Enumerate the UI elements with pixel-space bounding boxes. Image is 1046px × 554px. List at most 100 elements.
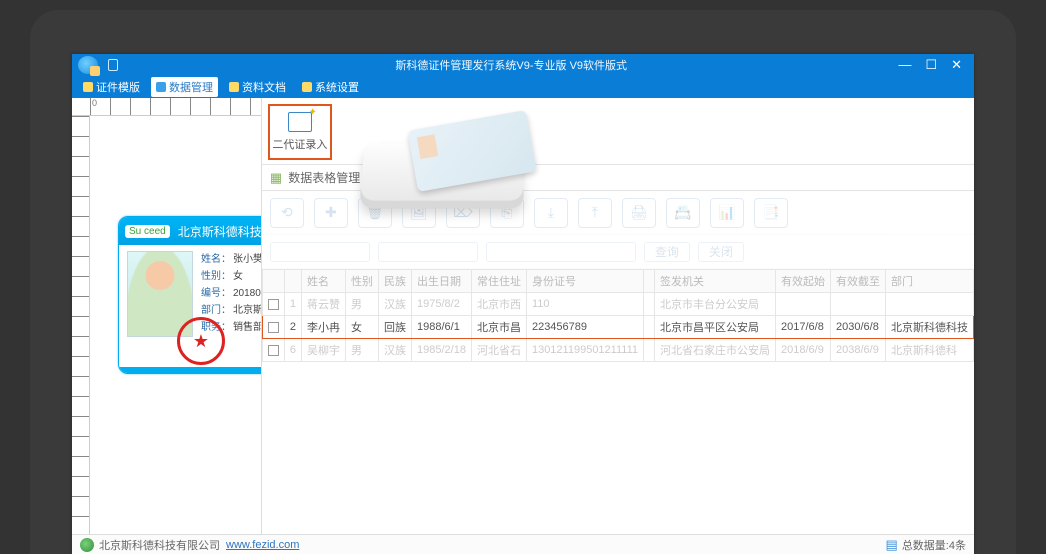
cell-addr: 北京市西 [471,293,526,316]
search-input [486,242,636,262]
cell-ethnic: 回族 [379,316,412,339]
row-index: 1 [284,293,301,316]
col-ethnic[interactable]: 民族 [379,270,412,293]
col-org[interactable]: 签发机关 [655,270,776,293]
records-icon: ▤ [886,537,898,553]
cell-to: 2030/6/8 [831,316,886,339]
menu-settings[interactable]: 系统设置 [297,77,364,97]
filter-select [270,242,370,262]
col-from[interactable]: 有效起始 [776,270,831,293]
cell-org: 北京市丰台分公安局 [655,293,776,316]
menu-label: 数据管理 [169,79,213,95]
row-check[interactable] [262,293,284,316]
maximize-button[interactable]: ☐ [925,57,937,73]
import-label: 二代证录入 [272,136,327,152]
window-title: 斯科德证件管理发行系统V9-专业版 V9软件版式 [124,57,898,73]
cell-dob: 1975/8/2 [412,293,472,316]
gear-icon [302,82,312,92]
section-title: ▦ 数据表格管理 [262,164,974,191]
seal-stamp-icon [177,317,225,365]
card-company: 北京斯科德科技有限公司 [178,223,261,240]
tool-icon: ⤓ [534,198,568,228]
col-addr[interactable]: 常住住址 [471,270,526,293]
menu-label: 系统设置 [315,79,359,95]
close-search-button: 关闭 [698,242,744,262]
id-card-preview[interactable]: Su ceed 北京斯科德科技有限公司 姓名：张小樊 性别：女 编号：20180… [118,216,261,374]
cell-idno: 223456789 [526,316,643,339]
cell-gap [644,293,655,316]
col-dob[interactable]: 出生日期 [412,270,472,293]
template-icon [83,82,93,92]
titlebar: 斯科德证件管理发行系统V9-专业版 V9软件版式 — ☐ ✕ [72,54,974,76]
cell-gender: 男 [346,339,379,362]
tool-icon: 📊 [710,198,744,228]
cell-dept: 北京斯科德科技 [886,316,974,339]
cell-addr: 北京市昌 [471,316,526,339]
col-index [284,270,301,293]
cell-dob: 1988/6/1 [412,316,472,339]
cell-name: 蒋云赞 [302,293,346,316]
cell-org: 北京市昌平区公安局 [655,316,776,339]
table-row[interactable]: 1蒋云赞男汉族1975/8/2北京市西110北京市丰台分公安局 [262,293,973,316]
cell-to: 2038/6/9 [831,339,886,362]
row-index: 2 [284,316,301,339]
ruler-vertical [72,116,90,534]
grid-icon: ▦ [270,170,282,186]
tool-icon: 🖼 [402,198,436,228]
cell-gap [644,339,655,362]
cell-ethnic: 汉族 [379,293,412,316]
menu-label: 证件模版 [96,79,140,95]
row-check[interactable] [262,316,284,339]
minimize-button[interactable]: — [898,57,911,73]
disabled-searchbar: 查询 关闭 [262,235,974,269]
tool-icon: ⌦ [446,198,480,228]
table-row[interactable]: 2李小冉女回族1988/6/1北京市昌223456789北京市昌平区公安局201… [262,316,973,339]
menu-docs[interactable]: 资料文档 [224,77,291,97]
tool-icon: ✚ [314,198,348,228]
cell-dob: 1985/2/18 [412,339,472,362]
cell-ethnic: 汉族 [379,339,412,362]
cell-dept: 北京斯科德科 [886,339,974,362]
globe-icon [80,538,94,552]
docs-icon [229,82,239,92]
tool-icon: ⎘ [490,198,524,228]
cell-addr: 河北省石 [471,339,526,362]
col-to[interactable]: 有效截至 [831,270,886,293]
menu-template[interactable]: 证件模版 [78,77,145,97]
id-import-button[interactable]: 二代证录入 [268,104,332,160]
filter-select [378,242,478,262]
cell-idno: 130121199501211111 [526,339,643,362]
col-idno[interactable]: 身份证号 [526,270,643,293]
section-title-text: 数据表格管理 [288,169,360,186]
col-check [262,270,284,293]
col-name[interactable]: 姓名 [302,270,346,293]
tool-icon: 📇 [666,198,700,228]
col-dept[interactable]: 部门 [886,270,974,293]
cell-to [831,293,886,316]
tool-icon: ⟲ [270,198,304,228]
table-header-row: 姓名 性别 民族 出生日期 常住住址 身份证号 签发机关 有效起始 有效截至 [262,270,973,293]
design-canvas[interactable]: Su ceed 北京斯科德科技有限公司 姓名：张小樊 性别：女 编号：20180… [90,116,261,534]
cell-from: 2017/6/8 [776,316,831,339]
tool-icon: 🗑 [358,198,392,228]
close-button[interactable]: ✕ [951,57,962,73]
menubar: 证件模版 数据管理 资料文档 系统设置 [72,76,974,98]
col-gap [644,270,655,293]
tool-icon: ⤒ [578,198,612,228]
cell-dept [886,293,974,316]
lock-icon [108,59,118,71]
cell-name: 李小冉 [302,316,346,339]
status-company: 北京斯科德科技有限公司 [99,537,220,553]
data-table[interactable]: 姓名 性别 民族 出生日期 常住住址 身份证号 签发机关 有效起始 有效截至 [262,269,974,362]
menu-data-manage[interactable]: 数据管理 [151,77,218,97]
col-gender[interactable]: 性别 [346,270,379,293]
row-check[interactable] [262,339,284,362]
statusbar: 北京斯科德科技有限公司 www.fezid.com ▤ 总数据量:4条 [72,534,974,554]
cell-gap [644,316,655,339]
cell-name: 吴柳宇 [302,339,346,362]
cell-gender: 男 [346,293,379,316]
table-row[interactable]: 6吴柳宇男汉族1985/2/18河北省石130121199501211111河北… [262,339,973,362]
cell-from: 2018/6/9 [776,339,831,362]
status-url[interactable]: www.fezid.com [226,539,299,551]
brand-badge: Su ceed [125,225,170,238]
